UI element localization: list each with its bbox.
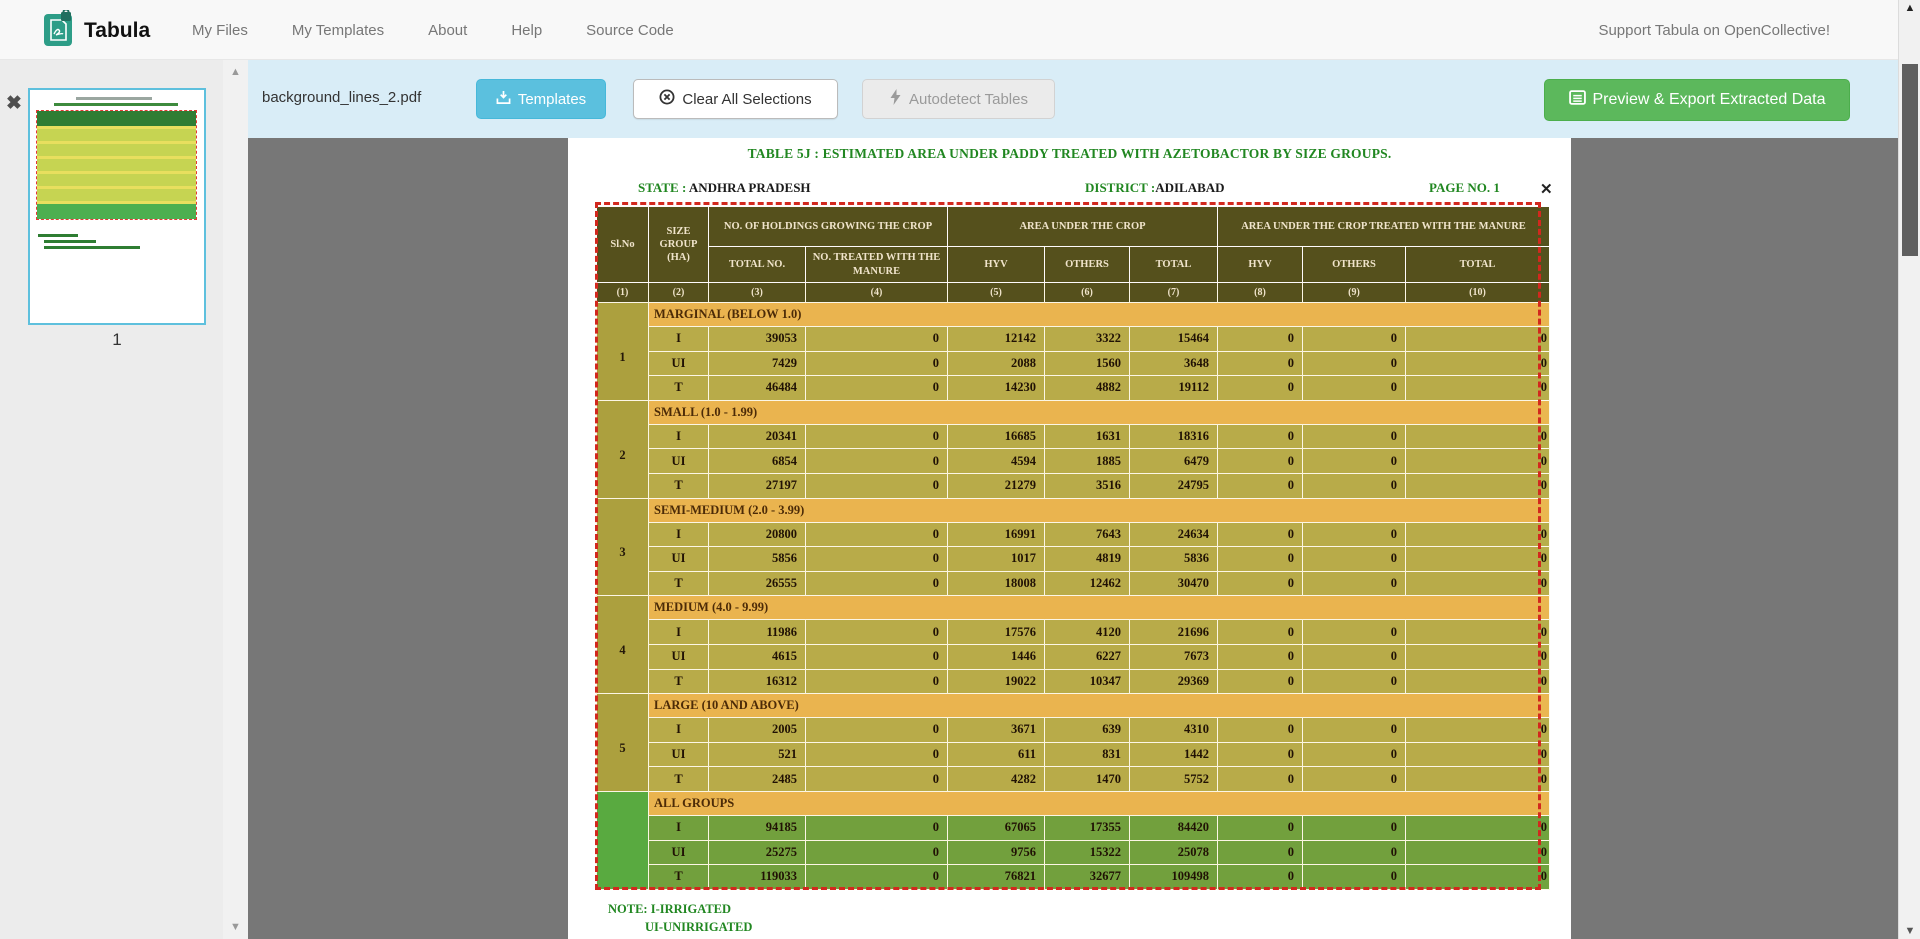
page-thumbnail[interactable] bbox=[28, 88, 206, 325]
main-scrollbar[interactable]: ▲ ▼ bbox=[1898, 0, 1920, 939]
tabula-logo-icon bbox=[44, 10, 75, 51]
district-label: DISTRICT : bbox=[1085, 180, 1155, 195]
district-value: ADILABAD bbox=[1155, 180, 1224, 195]
thumb-table-allgroups bbox=[37, 201, 196, 219]
autodetect-tables-button[interactable]: Autodetect Tables bbox=[862, 79, 1055, 119]
pdf-meta-line: STATE : ANDHRA PRADESH DISTRICT :ADILABA… bbox=[568, 180, 1571, 198]
nav-source-code[interactable]: Source Code bbox=[586, 22, 674, 39]
thumb-note-line bbox=[44, 246, 140, 249]
nav-links: My Files My Templates About Help Source … bbox=[192, 0, 674, 60]
selection-close-icon[interactable]: ✕ bbox=[1540, 180, 1553, 199]
nav-help[interactable]: Help bbox=[511, 22, 542, 39]
pdf-note: NOTE: I-IRRIGATED UI-UNIRRIGATED bbox=[608, 900, 752, 936]
pdf-table-title: TABLE 5J : ESTIMATED AREA UNDER PADDY TR… bbox=[568, 146, 1571, 162]
scroll-down-icon[interactable]: ▼ bbox=[1899, 925, 1920, 937]
thumb-note-line bbox=[38, 234, 78, 237]
thumb-table-preview bbox=[36, 110, 197, 220]
thumb-table-header bbox=[37, 111, 196, 126]
clear-button-label: Clear All Selections bbox=[682, 91, 811, 108]
list-alt-icon bbox=[1569, 89, 1586, 111]
autodetect-button-label: Autodetect Tables bbox=[909, 91, 1028, 108]
open-filename: background_lines_2.pdf bbox=[262, 89, 421, 106]
state-field: STATE : ANDHRA PRADESH bbox=[638, 180, 811, 196]
app-window: Tabula My Files My Templates About Help … bbox=[0, 0, 1920, 939]
pdf-page[interactable]: TABLE 5J : ESTIMATED AREA UNDER PADDY TR… bbox=[568, 138, 1571, 939]
brand[interactable]: Tabula bbox=[44, 10, 150, 51]
thumb-title-line bbox=[76, 97, 152, 100]
sidebar-scroll-up-icon[interactable]: ▲ bbox=[223, 66, 248, 78]
state-label: STATE : bbox=[638, 180, 686, 195]
state-value: ANDHRA PRADESH bbox=[689, 180, 811, 195]
thumbnail-page-number: 1 bbox=[28, 330, 206, 350]
nav-right: Support Tabula on OpenCollective! bbox=[1598, 0, 1830, 60]
sidebar-scroll-down-icon[interactable]: ▼ bbox=[223, 921, 248, 933]
sidebar-scrollbar[interactable]: ▲ ▼ bbox=[223, 60, 248, 939]
thumb-note-line bbox=[44, 240, 96, 243]
preview-export-button[interactable]: Preview & Export Extracted Data bbox=[1544, 79, 1850, 121]
nav-my-files[interactable]: My Files bbox=[192, 22, 248, 39]
remove-page-icon[interactable]: ✖ bbox=[6, 92, 22, 115]
templates-button-label: Templates bbox=[518, 91, 586, 108]
templates-button[interactable]: Templates bbox=[476, 79, 606, 119]
support-link[interactable]: Support Tabula on OpenCollective! bbox=[1598, 22, 1830, 39]
nav-about[interactable]: About bbox=[428, 22, 467, 39]
toolbar: background_lines_2.pdf Templates Clear A… bbox=[248, 60, 1898, 138]
flash-icon bbox=[889, 89, 902, 109]
brand-name: Tabula bbox=[84, 19, 150, 43]
save-template-icon bbox=[496, 90, 511, 109]
thumb-subtitle-line bbox=[54, 103, 178, 106]
district-field: DISTRICT :ADILABAD bbox=[1085, 180, 1225, 196]
scrollbar-thumb[interactable] bbox=[1902, 64, 1918, 256]
clear-all-selections-button[interactable]: Clear All Selections bbox=[633, 79, 838, 119]
thumb-table-rows bbox=[37, 126, 196, 201]
table-selection-overlay[interactable] bbox=[595, 202, 1541, 890]
scroll-up-icon[interactable]: ▲ bbox=[1899, 2, 1920, 14]
page-thumbnail-sidebar: ✖ 1 bbox=[0, 60, 223, 939]
export-button-label: Preview & Export Extracted Data bbox=[1593, 91, 1826, 109]
page-no-label: PAGE NO. 1 bbox=[1429, 180, 1500, 196]
document-viewport: TABLE 5J : ESTIMATED AREA UNDER PADDY TR… bbox=[248, 138, 1898, 939]
top-navbar: Tabula My Files My Templates About Help … bbox=[0, 0, 1920, 60]
note-line-2: UI-UNIRRIGATED bbox=[608, 918, 752, 936]
remove-circle-icon bbox=[659, 89, 675, 109]
nav-my-templates[interactable]: My Templates bbox=[292, 22, 384, 39]
note-line-1: NOTE: I-IRRIGATED bbox=[608, 900, 752, 918]
